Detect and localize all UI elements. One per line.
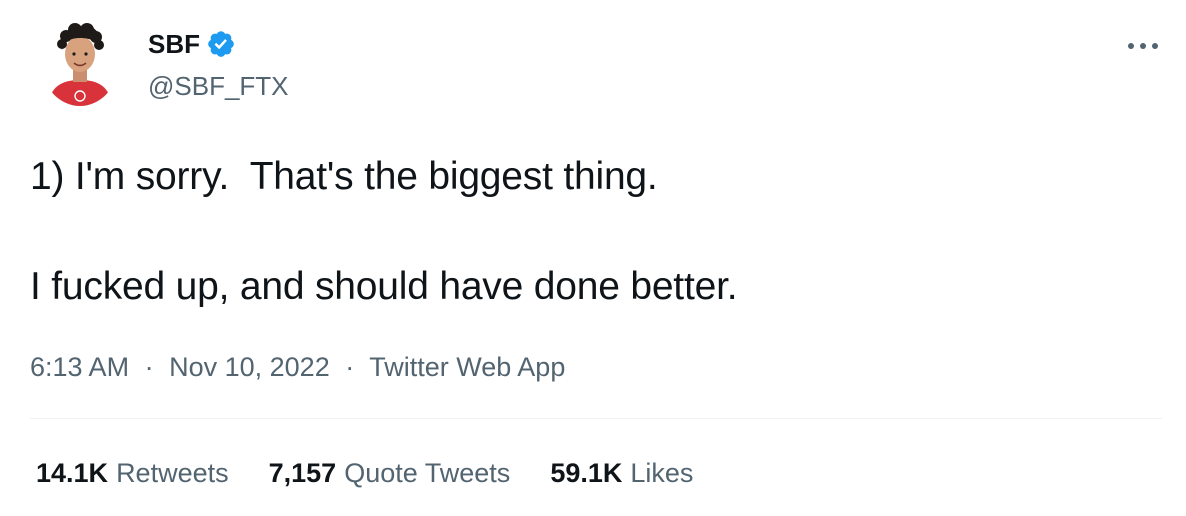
retweets-stat[interactable]: 14.1K Retweets <box>36 456 229 490</box>
meta-separator: · <box>345 352 355 382</box>
quote-tweets-label: Quote Tweets <box>344 458 511 488</box>
more-options-icon <box>1128 43 1158 49</box>
tweet-date[interactable]: Nov 10, 2022 <box>169 352 330 382</box>
retweets-label: Retweets <box>116 458 229 488</box>
tweet-source[interactable]: Twitter Web App <box>369 352 565 382</box>
quote-tweets-count: 7,157 <box>268 458 337 488</box>
quote-tweets-stat[interactable]: 7,157 Quote Tweets <box>269 456 511 490</box>
more-options-button[interactable] <box>1118 30 1168 62</box>
verified-badge-icon <box>206 29 236 59</box>
tweet-text: 1) I'm sorry. That's the biggest thing. … <box>30 153 1150 311</box>
author-name-row[interactable]: SBF <box>148 28 236 60</box>
divider <box>30 418 1162 419</box>
tweet-paragraph: I fucked up, and should have done better… <box>30 265 738 308</box>
author-handle[interactable]: @SBF_FTX <box>148 70 289 102</box>
tweet-meta: 6:13 AM · Nov 10, 2022 · Twitter Web App <box>30 350 565 384</box>
tweet-stats: 14.1K Retweets 7,157 Quote Tweets 59.1K Lik… <box>36 456 693 490</box>
tweet-time[interactable]: 6:13 AM <box>30 352 129 382</box>
likes-label: Likes <box>630 458 694 488</box>
tweet-card: SBF @SBF_FTX 1) I'm sorry. That's the bi… <box>0 0 1186 516</box>
display-name[interactable]: SBF <box>148 28 200 60</box>
meta-separator: · <box>144 352 154 382</box>
retweets-count: 14.1K <box>36 458 109 488</box>
avatar[interactable] <box>42 22 118 106</box>
avatar-illustration <box>42 22 118 106</box>
tweet-paragraph: 1) I'm sorry. That's the biggest thing. <box>30 155 658 198</box>
likes-stat[interactable]: 59.1K Likes <box>550 456 693 490</box>
likes-count: 59.1K <box>550 458 623 488</box>
